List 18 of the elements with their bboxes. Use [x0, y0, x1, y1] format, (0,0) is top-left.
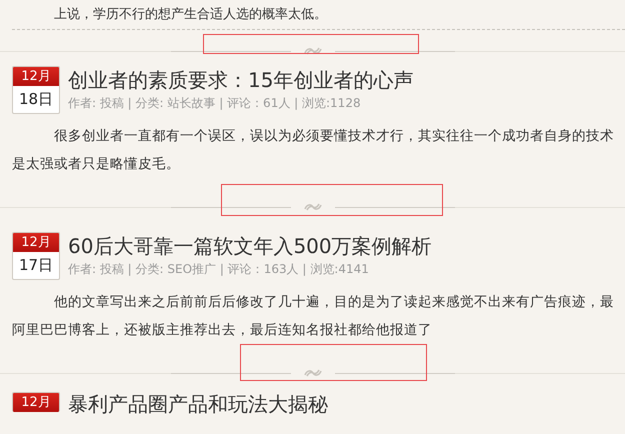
paragraph-text: 上说，学历不行的想产生合适人选的概率太低。 — [54, 6, 328, 24]
ornament-icon — [302, 47, 322, 55]
paragraph-text: 很多创业者一直都有一个误区，误以为必须要懂技术才行，其实往往一个成功者自身的技术 — [53, 127, 615, 146]
month-label: 12月 — [13, 393, 59, 412]
paragraph-text: 他的文章写出来之后前前后后修改了几十遍，目的是为了读起来感觉不出来有广告痕迹，最 — [53, 293, 615, 312]
day-label: 18日 — [18, 89, 54, 110]
post-title[interactable]: 60后大哥靠一篇软文年入500万案例解析 — [68, 232, 432, 260]
day-label: 17日 — [18, 255, 54, 276]
paragraph-text: 是太强或者只是略懂皮毛。 — [12, 155, 181, 174]
post-meta: 作者: 投稿 | 分类: 站长故事 | 评论：61人 | 浏览:1128 — [68, 95, 362, 112]
ornament-icon — [302, 369, 322, 377]
post-title[interactable]: 暴利产品圈产品和玩法大揭秘 — [68, 392, 328, 416]
month-label: 12月 — [13, 67, 59, 86]
post-meta: 作者: 投稿 | 分类: SEO推广 | 评论：163人 | 浏览:4141 — [68, 261, 370, 278]
ornament-icon — [302, 203, 322, 211]
paragraph-text: 阿里巴巴博客上，还被版主推荐出去，最后连知名报社都给他报道了 — [12, 321, 433, 340]
post-title[interactable]: 创业者的素质要求：15年创业者的心声 — [68, 66, 414, 94]
month-label: 12月 — [13, 233, 59, 252]
